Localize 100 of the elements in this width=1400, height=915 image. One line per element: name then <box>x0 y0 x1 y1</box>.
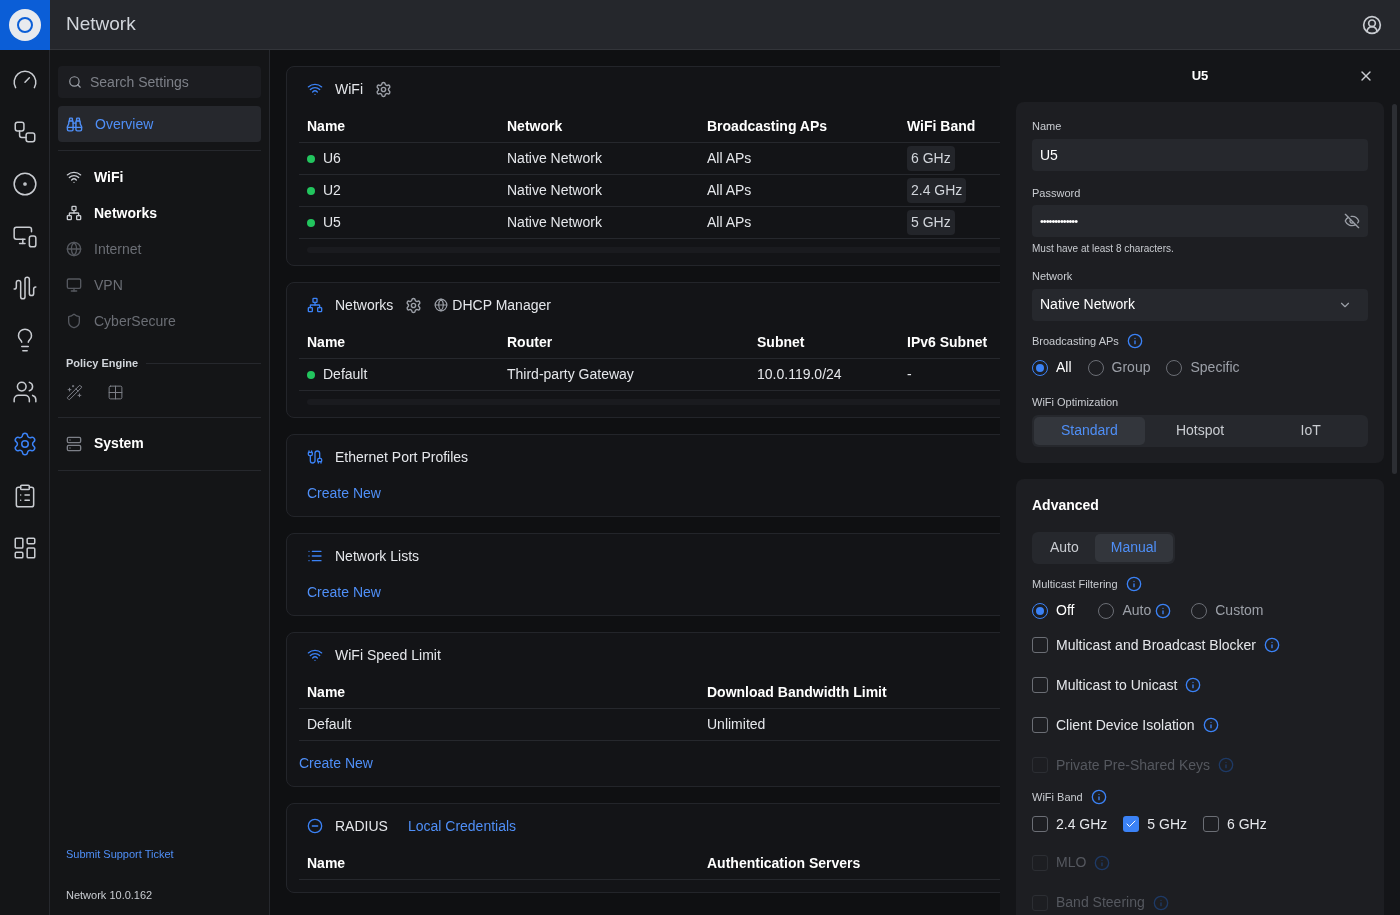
checkbox-label: 6 GHz <box>1227 814 1267 834</box>
scrollbar[interactable] <box>1392 104 1397 474</box>
column-header: Broadcasting APs <box>706 117 829 136</box>
table-cell-text: U5 <box>323 213 341 232</box>
checkbox[interactable] <box>1123 816 1140 832</box>
settings-icon[interactable] <box>405 296 423 314</box>
column-header: Subnet <box>756 333 806 352</box>
app-logo[interactable] <box>0 0 50 50</box>
create-new-link[interactable]: Create New <box>299 483 1000 504</box>
sidebar-item[interactable]: System <box>58 425 261 462</box>
radio-label: Off <box>1056 601 1075 620</box>
checkbox[interactable] <box>1032 677 1048 693</box>
table-cell-text: 10.0.119.0/24 <box>757 365 842 384</box>
target-icon[interactable] <box>11 171 38 197</box>
field-label: Broadcasting APs <box>1032 333 1119 349</box>
dhcp-manager-button[interactable]: DHCP Manager <box>434 294 551 316</box>
radio-label: Custom <box>1215 601 1264 620</box>
network-tree-icon <box>307 297 323 313</box>
column-header: Download Bandwidth Limit <box>706 683 888 702</box>
section-title: RADIUS <box>335 816 388 836</box>
version-text: Network 10.0.162 <box>65 887 154 903</box>
checkbox-label: 5 GHz <box>1147 814 1188 834</box>
band-tag: 6 GHz <box>907 146 955 171</box>
field-label: Name <box>1032 119 1063 134</box>
support-link[interactable]: Submit Support Ticket <box>58 846 261 863</box>
section-title: Network Lists <box>335 546 420 566</box>
eye-off-icon[interactable] <box>1344 213 1360 229</box>
info-icon[interactable] <box>1126 332 1143 349</box>
search-field[interactable]: Search Settings <box>58 66 261 98</box>
checkbox[interactable] <box>1032 717 1048 733</box>
section-title: Networks <box>335 295 394 315</box>
sidebar-item[interactable]: Overview <box>58 106 261 142</box>
segment-tab[interactable]: Hotspot <box>1144 416 1256 445</box>
server-icon <box>66 435 82 452</box>
table-cell-text: Third-party Gateway <box>507 365 634 384</box>
table-cell-text: Default <box>307 715 352 734</box>
table-cell-text: Native Network <box>507 181 602 200</box>
wand-icon[interactable] <box>66 383 83 401</box>
waveform-icon[interactable] <box>11 275 38 301</box>
column-header: Name <box>306 854 347 873</box>
settings-icon[interactable] <box>11 431 38 457</box>
column-header: Router <box>506 333 554 352</box>
name-input[interactable]: U5 <box>1032 138 1368 171</box>
checkbox-label: Client Device Isolation <box>1056 715 1195 735</box>
network-tree-icon <box>66 205 82 221</box>
info-icon[interactable] <box>1125 575 1142 592</box>
checkbox[interactable] <box>1032 816 1048 832</box>
sidebar-item[interactable]: WiFi <box>58 159 261 195</box>
section-link[interactable]: Local Credentials <box>407 815 517 837</box>
check-icon <box>1125 818 1138 830</box>
section-title: WiFi <box>335 79 363 99</box>
info-icon[interactable] <box>1202 717 1219 733</box>
wifi-icon <box>307 647 323 663</box>
column-header: Network <box>506 117 564 136</box>
section-title: Ethernet Port Profiles <box>335 447 469 467</box>
checkbox[interactable] <box>1203 816 1220 832</box>
app-title: Network <box>66 12 136 37</box>
segment-tab[interactable]: Auto <box>1034 533 1095 562</box>
network-select[interactable]: Native Network <box>1032 288 1368 321</box>
radio-label: Group <box>1111 358 1151 377</box>
table-cell-text: Unlimited <box>707 715 766 734</box>
floorplan-icon[interactable] <box>11 535 38 561</box>
settings-icon[interactable] <box>375 80 392 98</box>
grid-icon[interactable] <box>107 383 124 401</box>
checkbox-label: Private Pre-Shared Keys <box>1056 755 1211 775</box>
checkbox[interactable] <box>1032 637 1048 653</box>
info-icon[interactable] <box>1185 677 1202 693</box>
column-header: Name <box>306 333 347 352</box>
column-header: IPv6 Subnet <box>906 333 989 352</box>
segment-tab[interactable]: Standard <box>1034 416 1145 445</box>
binoculars-icon <box>66 115 83 133</box>
wifi-icon <box>66 169 82 185</box>
column-header: Name <box>306 683 347 702</box>
info-icon[interactable] <box>1264 637 1280 653</box>
create-new-link[interactable]: Create New <box>299 582 1000 603</box>
segment-tab[interactable]: Manual <box>1094 533 1173 562</box>
column-header: Authentication Servers <box>706 854 862 873</box>
info-icon[interactable] <box>1155 602 1172 619</box>
checkbox-label: Multicast and Broadcast Blocker <box>1056 635 1256 655</box>
radio-label: All <box>1056 358 1072 377</box>
topology-icon[interactable] <box>11 119 38 145</box>
band-tag: 5 GHz <box>907 210 955 235</box>
sidebar-item[interactable]: Networks <box>58 195 261 231</box>
cable-icon <box>307 449 323 465</box>
globe-icon <box>434 298 449 312</box>
table-cell-text: Default <box>323 365 368 384</box>
field-label: Network <box>1032 269 1074 284</box>
info-icon[interactable] <box>1090 789 1107 806</box>
field-label: Password <box>1032 185 1082 201</box>
table-cell-text: All APs <box>707 149 752 168</box>
table-cell-text: U2 <box>323 181 341 200</box>
create-new-link[interactable]: Create New <box>299 753 1000 774</box>
user-avatar-icon[interactable] <box>1362 14 1382 35</box>
segment-tab[interactable]: IoT <box>1255 416 1366 445</box>
hint-text: Must have at least 8 characters. <box>1032 242 1175 256</box>
column-header: WiFi Band <box>906 117 977 136</box>
table-cell-text: U6 <box>323 149 341 168</box>
table-cell-text: Native Network <box>507 213 602 232</box>
users-icon[interactable] <box>11 379 38 405</box>
password-input[interactable]: ••••••••••••• <box>1032 205 1368 237</box>
